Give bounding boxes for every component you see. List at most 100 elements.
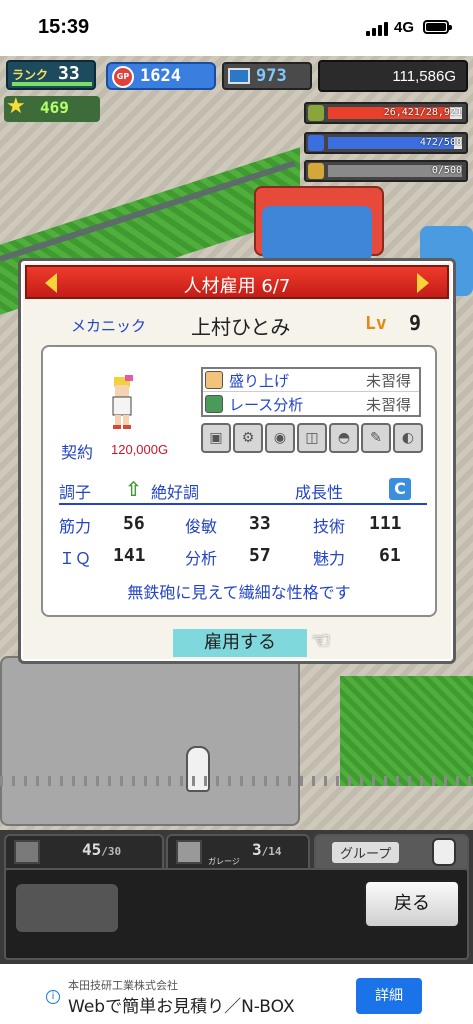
- back-button[interactable]: 戻る: [364, 880, 460, 928]
- group-label: グループ: [332, 842, 400, 863]
- resource-wheat[interactable]: 0/500: [304, 160, 468, 182]
- oil-icon: [308, 135, 324, 151]
- hire-dialog: 人材雇用 6/7 メカニック 上村ひとみ Lv 9 契約 120,000G 盛り…: [18, 258, 456, 664]
- bottom-panel: 45/30 ガレージ 3/14 グループ 戻る: [0, 830, 473, 964]
- resource-oil[interactable]: 472/500: [304, 132, 468, 154]
- next-arrow-icon[interactable]: [417, 273, 429, 293]
- railing: [0, 776, 473, 786]
- skill-list: 盛り上げ 未習得 レース分析 未習得: [201, 367, 421, 417]
- stat-value: 61: [379, 545, 401, 566]
- gear-badge-icon: ⚙: [233, 423, 263, 453]
- ad-details-button[interactable]: 詳細: [356, 978, 422, 1014]
- engine-badge-icon: ▣: [201, 423, 231, 453]
- dialog-title: 人材雇用 6/7: [183, 276, 291, 297]
- stat-label: 筋力: [59, 517, 92, 536]
- rank-progress-bar: [12, 82, 92, 86]
- gp-coin-icon: GP: [112, 66, 134, 88]
- status-time: 15:39: [38, 16, 90, 38]
- skill-face-icon: [205, 371, 223, 389]
- level-value: 9: [409, 311, 422, 335]
- tab-staff[interactable]: 45/30: [4, 834, 164, 870]
- pointing-hand-icon: ☜: [311, 629, 331, 654]
- ability-badges: ▣ ⚙ ◉ ◫ ◓ ✎ ◐: [201, 423, 425, 453]
- contract-value: 120,000G: [111, 442, 169, 457]
- gp-display[interactable]: GP 1624: [106, 62, 216, 90]
- skill-row[interactable]: 盛り上げ 未習得: [203, 369, 419, 392]
- grass-area: [340, 676, 473, 786]
- robot-face-icon: [432, 838, 456, 866]
- fuel-icon: [308, 105, 324, 121]
- pc-value: 973: [256, 66, 287, 86]
- network-label: 4G: [394, 19, 415, 36]
- bottom-content: 戻る: [4, 868, 469, 960]
- garage-icon: [176, 840, 202, 864]
- ad-headline[interactable]: Webで簡単お見積り／N-BOX: [68, 992, 295, 1017]
- skill-name: 盛り上げ: [229, 372, 290, 390]
- tab-group[interactable]: グループ: [314, 834, 469, 870]
- ad-company: 本田技研工業株式会社: [68, 979, 178, 992]
- skill-monitor-icon: [205, 395, 223, 413]
- rank-display[interactable]: ランク 33: [6, 60, 96, 90]
- staff-name: 上村ひとみ: [191, 315, 291, 339]
- money-display[interactable]: 111,586G: [318, 60, 468, 92]
- stat-value: 111: [369, 513, 402, 534]
- condition-value: 絶好調: [151, 483, 200, 502]
- garage-icon-label: ガレージ: [208, 857, 240, 866]
- growth-label: 成長性: [295, 483, 344, 502]
- wheat-icon: [308, 163, 324, 179]
- stat-label: 分析: [185, 549, 218, 568]
- oil-text: 472/500: [419, 137, 462, 148]
- stat-label: 魅力: [313, 549, 346, 568]
- stat-label: 技術: [313, 517, 346, 536]
- battery-icon: [423, 20, 452, 34]
- job-label: メカニック: [71, 317, 147, 335]
- pc-display[interactable]: 973: [222, 62, 312, 90]
- ad-banner[interactable]: i 本田技研工業株式会社 Webで簡単お見積り／N-BOX 詳細: [0, 964, 473, 1024]
- hire-button[interactable]: 雇用する: [173, 629, 307, 657]
- stat-label: 俊敏: [185, 517, 218, 536]
- empty-slot[interactable]: [16, 884, 118, 932]
- staff-avatar: [112, 375, 133, 429]
- wrench-badge-icon: ✎: [361, 423, 391, 453]
- arrow-up-icon: ⇧: [125, 477, 142, 501]
- wheat-text: 0/500: [431, 165, 462, 176]
- tab-garage[interactable]: ガレージ 3/14: [166, 834, 310, 870]
- info-icon[interactable]: i: [46, 990, 60, 1004]
- signal-icon: [366, 22, 388, 36]
- stars-value: 469: [40, 98, 69, 117]
- rank-value: 33: [58, 63, 80, 84]
- gp-value: 1624: [140, 66, 181, 86]
- stat-value: 141: [113, 545, 146, 566]
- resource-fuel[interactable]: 26,421/28,921: [304, 102, 468, 124]
- crate-icon: [14, 840, 40, 864]
- stat-label: ＩＱ: [59, 549, 92, 568]
- status-bar: 15:39 4G: [0, 0, 473, 56]
- wheel-badge-icon: ◐: [393, 423, 423, 453]
- skill-name: レース分析: [229, 396, 304, 414]
- personality-description: 無鉄砲に見えて繊細な性格です: [127, 583, 351, 602]
- skill-state: 未習得: [365, 372, 411, 390]
- stat-value: 33: [249, 513, 271, 534]
- rank-label: ランク: [12, 68, 49, 82]
- stat-value: 56: [123, 513, 145, 534]
- seat-badge-icon: ◫: [297, 423, 327, 453]
- fuel-text: 26,421/28,921: [383, 107, 462, 118]
- tire-badge-icon: ◉: [265, 423, 295, 453]
- level-label: Lv: [365, 313, 387, 334]
- building-blue: [262, 206, 372, 261]
- star-icon: ★: [6, 94, 26, 119]
- skill-row[interactable]: レース分析 未習得: [203, 393, 419, 416]
- growth-value: C: [389, 478, 411, 500]
- tab-garage-count: 3/14: [252, 840, 282, 859]
- dialog-header: 人材雇用 6/7: [25, 265, 449, 299]
- plaza: [0, 656, 300, 826]
- staff-info-panel: 契約 120,000G 盛り上げ 未習得 レース分析 未習得 ▣ ⚙ ◉ ◫ ◓…: [41, 345, 437, 617]
- condition-label: 調子: [59, 483, 92, 502]
- contract-label: 契約: [61, 443, 94, 462]
- helmet-badge-icon: ◓: [329, 423, 359, 453]
- stars-display[interactable]: ★ 469: [4, 94, 100, 122]
- stat-value: 57: [249, 545, 271, 566]
- skill-state: 未習得: [365, 396, 411, 414]
- computer-icon: [228, 68, 250, 84]
- tab-staff-count: 45/30: [82, 840, 122, 859]
